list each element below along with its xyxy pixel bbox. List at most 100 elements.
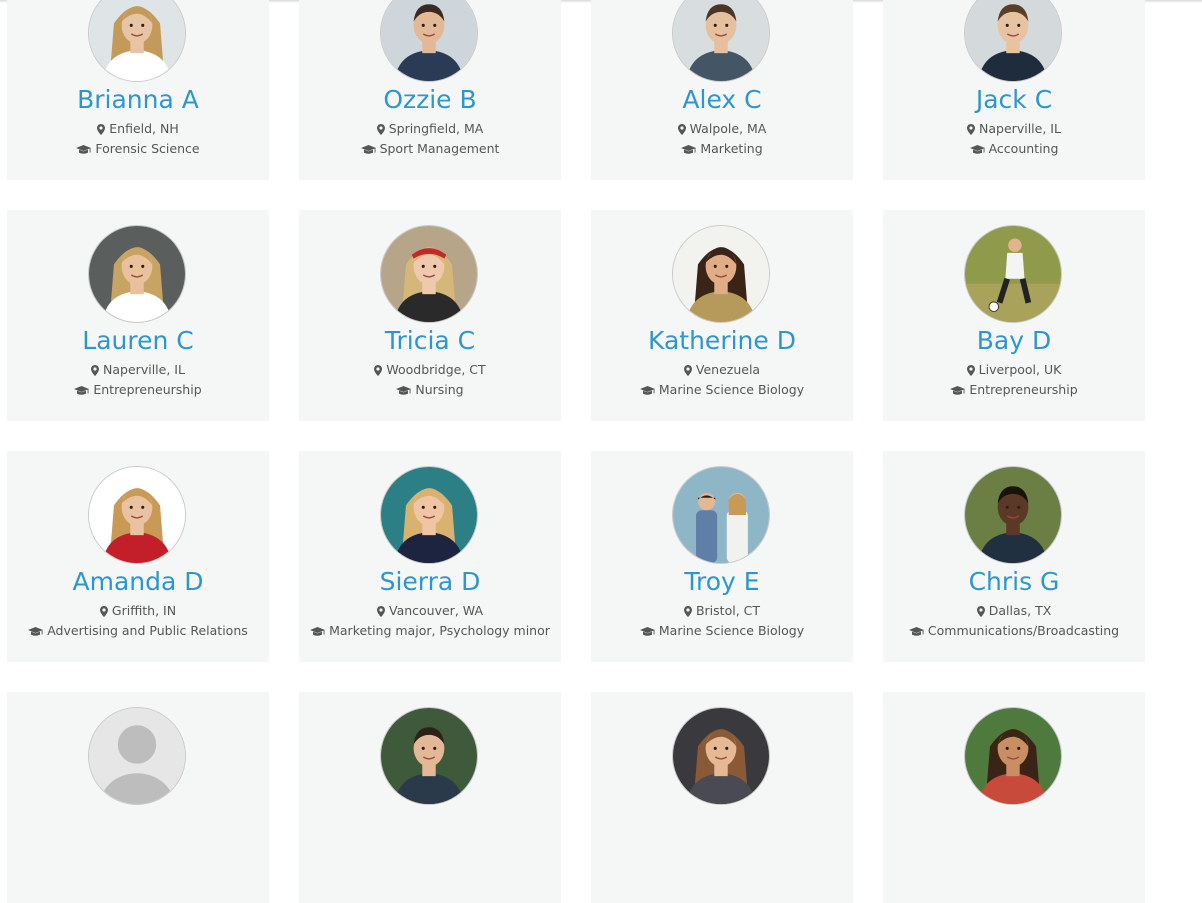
student-major: Entrepreneurship bbox=[883, 381, 1145, 399]
photo-image bbox=[381, 226, 477, 322]
student-name[interactable]: Amanda D bbox=[7, 565, 269, 599]
student-location: Naperville, IL bbox=[883, 120, 1145, 138]
student-avatar[interactable] bbox=[964, 466, 1062, 564]
map-marker-icon bbox=[99, 606, 108, 617]
location-text: Dallas, TX bbox=[988, 603, 1052, 618]
photo-image bbox=[965, 467, 1061, 563]
location-text: Venezuela bbox=[695, 362, 761, 377]
student-major: Nursing bbox=[299, 381, 561, 399]
location-text: Springfield, MA bbox=[388, 121, 484, 136]
student-name[interactable]: Ozzie B bbox=[299, 83, 561, 117]
location-text: Enfield, NH bbox=[109, 121, 179, 136]
student-location: Woodbridge, CT bbox=[299, 361, 561, 379]
map-marker-icon bbox=[683, 365, 692, 376]
student-card[interactable]: Troy E Bristol, CT Marine Science Biology bbox=[591, 451, 853, 662]
student-location: Vancouver, WA bbox=[299, 602, 561, 620]
map-marker-icon bbox=[976, 606, 985, 617]
student-major: Communications/Broadcasting bbox=[883, 622, 1145, 640]
student-card[interactable]: Alex C Walpole, MA Marketing bbox=[591, 0, 853, 180]
student-card[interactable]: Katherine D Venezuela Marine Science Biolo… bbox=[591, 210, 853, 421]
student-location: Springfield, MA bbox=[299, 120, 561, 138]
graduation-cap-icon bbox=[360, 144, 376, 154]
student-location: Bristol, CT bbox=[591, 602, 853, 620]
location-text: Woodbridge, CT bbox=[386, 362, 486, 377]
student-card[interactable]: Chris G Dallas, TX Communications/Broadcas… bbox=[883, 451, 1145, 662]
student-avatar[interactable] bbox=[380, 707, 478, 805]
student-avatar[interactable] bbox=[88, 0, 186, 82]
major-text: Marketing bbox=[700, 141, 763, 156]
student-avatar[interactable] bbox=[964, 0, 1062, 82]
student-location: Dallas, TX bbox=[883, 602, 1145, 620]
photo-image bbox=[89, 467, 185, 563]
student-avatar[interactable] bbox=[672, 466, 770, 564]
student-major: Marketing bbox=[591, 140, 853, 158]
graduation-cap-icon bbox=[396, 385, 412, 395]
map-marker-icon bbox=[376, 606, 385, 617]
location-text: Griffith, IN bbox=[111, 603, 177, 618]
graduation-cap-icon bbox=[639, 385, 655, 395]
map-marker-icon bbox=[374, 365, 383, 376]
student-avatar[interactable] bbox=[380, 225, 478, 323]
photo-image bbox=[673, 0, 769, 81]
student-avatar[interactable] bbox=[964, 225, 1062, 323]
student-avatar[interactable] bbox=[88, 225, 186, 323]
student-name[interactable]: Tricia C bbox=[299, 324, 561, 358]
student-avatar[interactable] bbox=[380, 0, 478, 82]
major-text: Advertising and Public Relations bbox=[47, 623, 248, 638]
student-card[interactable]: Tricia C Woodbridge, CT Nursing bbox=[299, 210, 561, 421]
student-card[interactable]: Jack C Naperville, IL Accounting bbox=[883, 0, 1145, 180]
map-marker-icon bbox=[683, 606, 692, 617]
major-text: Marine Science Biology bbox=[658, 382, 805, 397]
graduation-cap-icon bbox=[681, 144, 697, 154]
student-avatar[interactable] bbox=[380, 466, 478, 564]
graduation-cap-icon bbox=[76, 144, 92, 154]
student-name[interactable]: Chris G bbox=[883, 565, 1145, 599]
student-major: Sport Management bbox=[299, 140, 561, 158]
student-major: Forensic Science bbox=[7, 140, 269, 158]
location-text: Liverpool, UK bbox=[978, 362, 1062, 377]
student-major: Advertising and Public Relations bbox=[7, 622, 269, 640]
map-marker-icon bbox=[966, 365, 975, 376]
student-avatar[interactable] bbox=[672, 225, 770, 323]
student-name[interactable]: Bay D bbox=[883, 324, 1145, 358]
student-name[interactable]: Alex C bbox=[591, 83, 853, 117]
student-card[interactable]: Sierra D Vancouver, WA Marketing major, Ps… bbox=[299, 451, 561, 662]
student-avatar[interactable] bbox=[88, 466, 186, 564]
student-card[interactable]: Lauren C Naperville, IL Entrepreneurship bbox=[7, 210, 269, 421]
student-card[interactable] bbox=[7, 692, 269, 903]
student-location: Naperville, IL bbox=[7, 361, 269, 379]
graduation-cap-icon bbox=[969, 144, 985, 154]
student-major: Accounting bbox=[883, 140, 1145, 158]
map-marker-icon bbox=[97, 124, 106, 135]
student-card[interactable]: Amanda D Griffith, IN Advertising and Publ… bbox=[7, 451, 269, 662]
student-avatar[interactable] bbox=[88, 707, 186, 805]
student-card[interactable]: Ozzie B Springfield, MA Sport Management bbox=[299, 0, 561, 180]
student-card[interactable] bbox=[299, 692, 561, 903]
student-avatar[interactable] bbox=[964, 707, 1062, 805]
student-name[interactable]: Katherine D bbox=[591, 324, 853, 358]
student-avatar[interactable] bbox=[672, 707, 770, 805]
location-text: Bristol, CT bbox=[695, 603, 761, 618]
major-text: Forensic Science bbox=[95, 141, 200, 156]
student-name[interactable]: Lauren C bbox=[7, 324, 269, 358]
student-name[interactable]: Sierra D bbox=[299, 565, 561, 599]
photo-image bbox=[965, 708, 1061, 804]
student-avatar[interactable] bbox=[672, 0, 770, 82]
student-major: Marine Science Biology bbox=[591, 381, 853, 399]
student-card[interactable] bbox=[591, 692, 853, 903]
graduation-cap-icon bbox=[74, 385, 90, 395]
photo-image bbox=[965, 0, 1061, 81]
major-text: Accounting bbox=[988, 141, 1059, 156]
photo-image bbox=[381, 708, 477, 804]
map-marker-icon bbox=[376, 124, 385, 135]
student-name[interactable]: Troy E bbox=[591, 565, 853, 599]
student-card[interactable] bbox=[883, 692, 1145, 903]
student-card[interactable]: Brianna A Enfield, NH Forensic Science bbox=[7, 0, 269, 180]
photo-image bbox=[673, 708, 769, 804]
student-card[interactable]: Bay D Liverpool, UK Entrepreneurship bbox=[883, 210, 1145, 421]
photo-image bbox=[673, 226, 769, 322]
student-name[interactable]: Brianna A bbox=[7, 83, 269, 117]
student-name[interactable]: Jack C bbox=[883, 83, 1145, 117]
student-location: Venezuela bbox=[591, 361, 853, 379]
photo-image bbox=[89, 708, 185, 804]
